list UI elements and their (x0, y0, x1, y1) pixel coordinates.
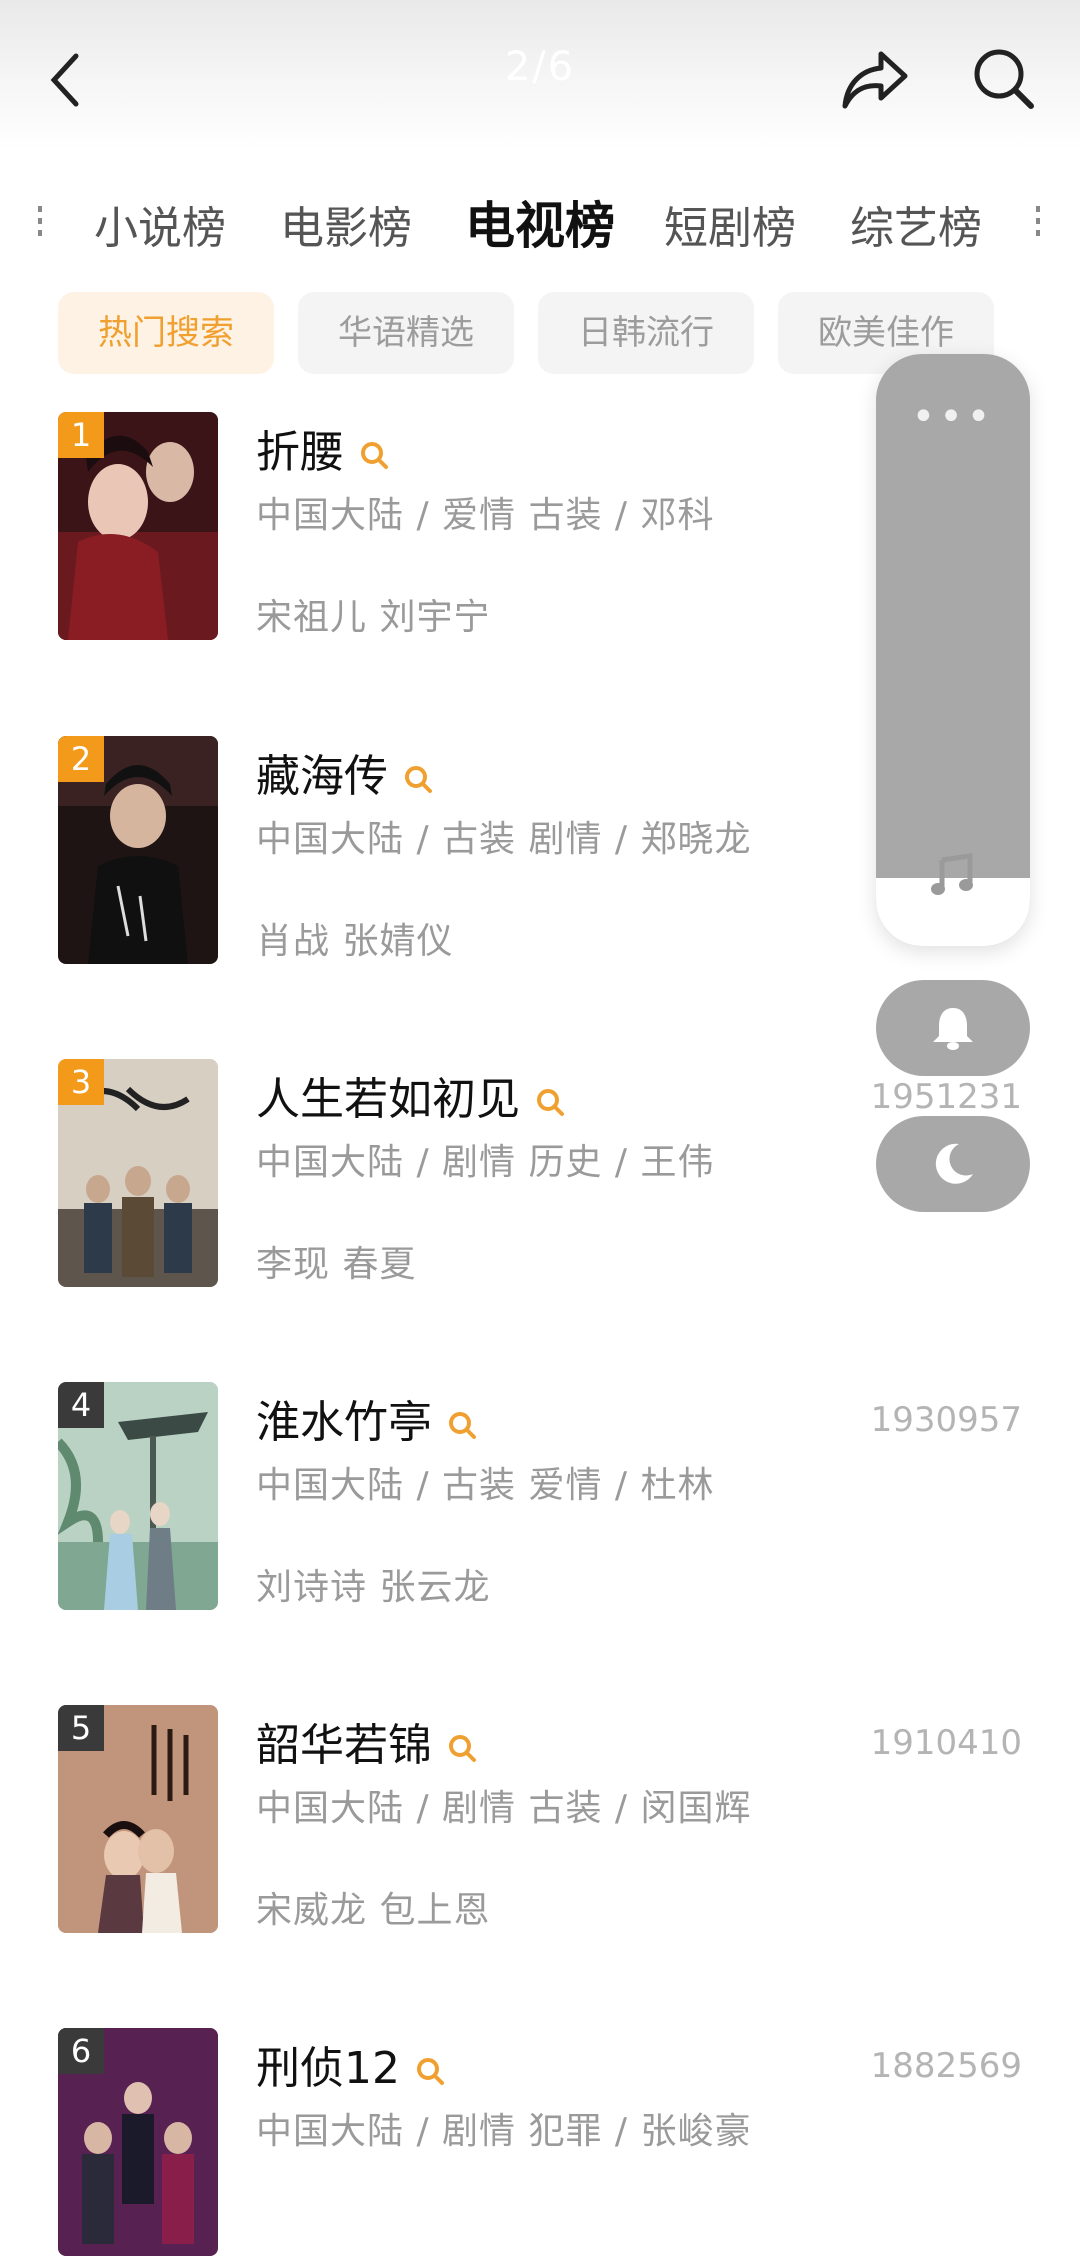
item-title: 淮水竹亭 (256, 1386, 478, 1450)
back-icon[interactable] (36, 40, 116, 120)
notification-button[interactable] (876, 980, 1030, 1076)
chip-chinese-picks[interactable]: 华语精选 (298, 292, 514, 374)
item-score: 1930957 (870, 1400, 1022, 1440)
rank-badge: 4 (58, 1382, 104, 1428)
poster-image: 1 (58, 412, 218, 640)
item-title-text: 刑侦12 (256, 2043, 400, 2094)
item-meta: 中国大陆 / 剧情 历史 / 王伟 (256, 1142, 715, 1183)
floating-panel[interactable]: ••• (876, 354, 1030, 946)
item-cast: 肖战 张婧仪 (256, 921, 454, 962)
item-meta: 中国大陆 / 古装 剧情 / 郑晓龙 (256, 819, 752, 860)
search-icon[interactable] (414, 2055, 446, 2087)
search-icon[interactable] (358, 439, 390, 471)
list-item[interactable]: 6 刑侦12 中国大陆 / 剧情 犯罪 / 张峻豪 1882569 (0, 2028, 1080, 2258)
item-cast: 刘诗诗 张云龙 (256, 1567, 491, 1608)
item-meta: 中国大陆 / 剧情 犯罪 / 张峻豪 (256, 2111, 752, 2152)
tab-fade-left (38, 206, 42, 236)
item-title-text: 折腰 (256, 427, 344, 478)
more-icon[interactable]: ••• (876, 394, 1030, 440)
item-cast: 宋祖儿 刘宇宁 (256, 597, 491, 638)
item-score: 1951231 (870, 1077, 1022, 1117)
item-meta: 中国大陆 / 爱情 古装 / 邓科 (256, 495, 715, 536)
rank-badge: 5 (58, 1705, 104, 1751)
poster-image: 4 (58, 1382, 218, 1610)
top-bar: 2/6 (0, 0, 1080, 150)
chip-japan-korea[interactable]: 日韩流行 (538, 292, 754, 374)
item-title-text: 人生若如初见 (256, 1074, 520, 1125)
rank-badge: 2 (58, 736, 104, 782)
item-score: 1910410 (870, 1723, 1022, 1763)
moon-icon (935, 1143, 973, 1184)
item-cast: 宋威龙 包上恩 (256, 1890, 491, 1931)
chip-hot-search[interactable]: 热门搜索 (58, 292, 274, 374)
share-icon[interactable] (835, 40, 915, 120)
music-icon[interactable] (930, 852, 976, 898)
tab-novel[interactable]: 小说榜 (94, 192, 226, 256)
night-mode-button[interactable] (876, 1116, 1030, 1212)
tab-variety[interactable]: 综艺榜 (850, 192, 982, 256)
poster-image: 3 (58, 1059, 218, 1287)
poster-image: 5 (58, 1705, 218, 1933)
item-title: 藏海传 (256, 740, 434, 804)
rank-badge: 6 (58, 2028, 104, 2074)
list-item[interactable]: 4 淮水竹亭 中国大陆 / 古装 爱情 / 杜林 刘诗诗 张云龙 1930957 (0, 1382, 1080, 1612)
item-title-text: 淮水竹亭 (256, 1397, 432, 1448)
page-indicator: 2/6 (504, 44, 576, 90)
search-icon[interactable] (965, 40, 1045, 120)
item-cast: 李现 春夏 (256, 1244, 417, 1285)
poster-image: 6 (58, 2028, 218, 2256)
tab-short-drama[interactable]: 短剧榜 (664, 192, 796, 256)
search-icon[interactable] (446, 1732, 478, 1764)
search-icon[interactable] (534, 1086, 566, 1118)
search-icon[interactable] (446, 1409, 478, 1441)
item-title: 韶华若锦 (256, 1709, 478, 1773)
item-score: 1882569 (870, 2046, 1022, 2086)
category-tabs: 小说榜 电影榜 电视榜 短剧榜 综艺榜 (0, 180, 1080, 260)
bell-icon (933, 1008, 973, 1050)
rank-badge: 3 (58, 1059, 104, 1105)
tab-tv[interactable]: 电视榜 (465, 186, 615, 258)
tab-fade-right (1036, 206, 1040, 236)
item-title: 刑侦12 (256, 2032, 446, 2096)
list-item[interactable]: 5 韶华若锦 中国大陆 / 剧情 古装 / 闵国辉 宋威龙 包上恩 191041… (0, 1705, 1080, 1935)
item-meta: 中国大陆 / 剧情 古装 / 闵国辉 (256, 1788, 752, 1829)
rank-badge: 1 (58, 412, 104, 458)
search-icon[interactable] (402, 763, 434, 795)
tab-movie[interactable]: 电影榜 (280, 192, 412, 256)
item-meta: 中国大陆 / 古装 爱情 / 杜林 (256, 1465, 715, 1506)
item-title: 折腰 (256, 416, 390, 480)
item-title-text: 藏海传 (256, 751, 388, 802)
item-title-text: 韶华若锦 (256, 1720, 432, 1771)
item-title: 人生若如初见 (256, 1063, 566, 1127)
poster-image: 2 (58, 736, 218, 964)
